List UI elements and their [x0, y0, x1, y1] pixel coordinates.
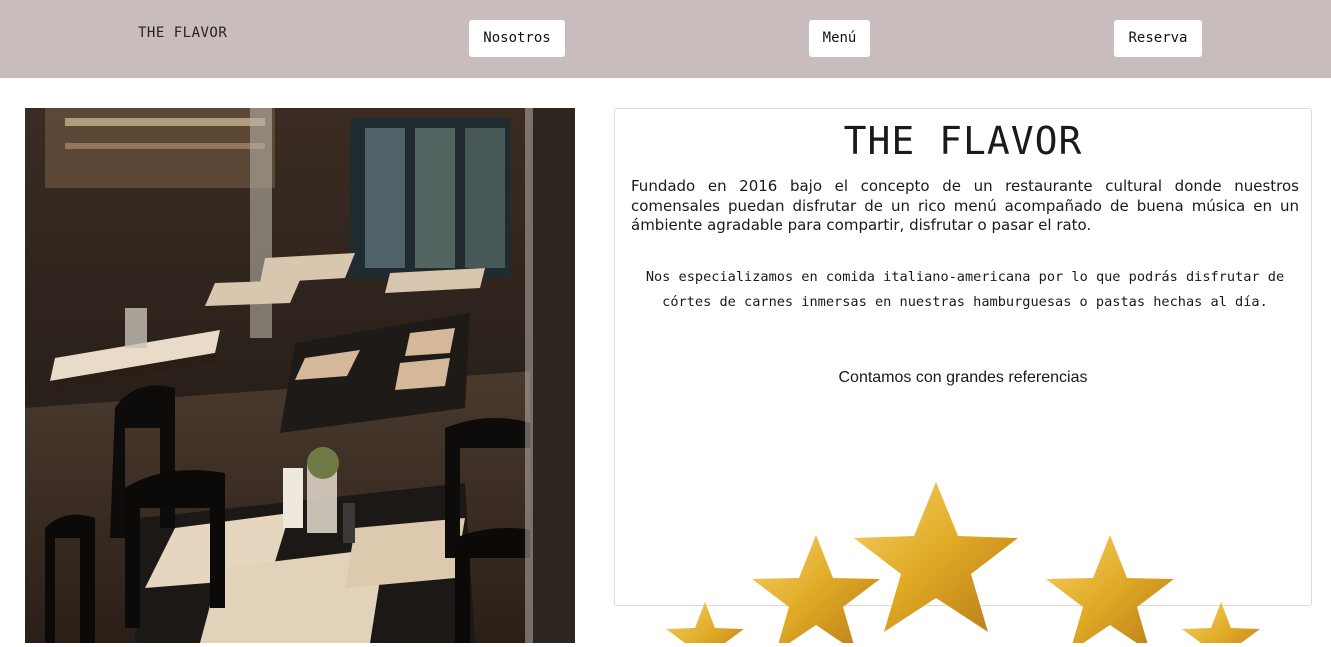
star-icon [1182, 602, 1260, 647]
star-icon [1046, 535, 1174, 647]
card-title: THE FLAVOR [843, 119, 1083, 163]
references-text: Contamos con grandes referencias [838, 369, 1088, 386]
brand-logo-text[interactable]: THE FLAVOR [138, 25, 227, 41]
top-navbar: THE FLAVOR Nosotros Menú Reserva [0, 0, 1331, 78]
nav-menu-button[interactable]: Menú [809, 20, 870, 57]
restaurant-photo [25, 108, 575, 643]
star-icon [752, 535, 880, 647]
specialty-paragraph: Nos especializamos en comida italiano-am… [645, 269, 1285, 310]
nav-nosotros-button[interactable]: Nosotros [469, 20, 565, 57]
about-paragraph: Fundado en 2016 bajo el concepto de un r… [631, 177, 1299, 234]
nav-reserva-button[interactable]: Reserva [1114, 20, 1202, 57]
star-icon [854, 482, 1018, 632]
star-icon [666, 602, 744, 647]
rating-stars [640, 470, 1290, 647]
